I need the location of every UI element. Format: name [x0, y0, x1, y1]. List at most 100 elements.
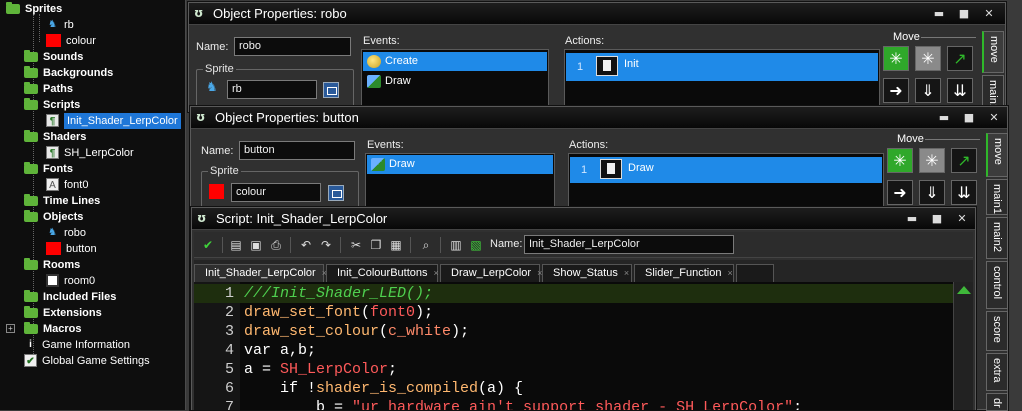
close-icon[interactable]: ✕ — [954, 212, 970, 226]
button-sprite-field[interactable]: colour — [231, 183, 321, 202]
speed-vertical-icon[interactable]: ⇓ — [919, 180, 945, 205]
move-fixed-icon[interactable]: ✳ — [883, 46, 909, 71]
check-script-icon[interactable]: ▧ — [468, 237, 484, 253]
item-sprite-colour[interactable]: colour — [46, 33, 96, 49]
folder-paths[interactable]: Paths — [24, 81, 73, 97]
tab-draw-lerpcolor[interactable]: Draw_LerpColor × — [440, 264, 542, 282]
scroll-up-icon[interactable] — [957, 286, 971, 294]
tab-close-icon[interactable]: × — [727, 268, 732, 278]
tab-show-status[interactable]: Show_Status × — [542, 264, 632, 282]
robo-tab-move[interactable]: move — [982, 31, 1004, 73]
folder-fonts[interactable]: Fonts — [24, 161, 73, 177]
tab-slider-function[interactable]: Slider_Function × — [634, 264, 734, 282]
maximize-icon[interactable]: ■ — [929, 212, 945, 226]
code-line[interactable]: 6 if !shader_is_compiled(a) { — [194, 379, 953, 398]
button-tab-control[interactable]: control — [986, 261, 1008, 309]
robo-name-field[interactable]: robo — [234, 37, 351, 56]
robo-sprite-field[interactable]: rb — [227, 80, 317, 99]
script-window-titlebar[interactable]: ʊ Script: Init_Shader_LerpColor ▬ ■ ✕ — [192, 208, 975, 230]
button-tab-main1[interactable]: main1 — [986, 179, 1008, 215]
paste-icon[interactable]: ▦ — [388, 237, 404, 253]
ok-check-icon[interactable]: ✔ — [200, 237, 216, 253]
code-line[interactable]: 5 a = SH_LerpColor; — [194, 360, 953, 379]
minimize-icon[interactable]: ▬ — [904, 212, 920, 226]
expand-macros-icon[interactable]: + — [6, 324, 15, 333]
robo-sprite-browse-icon[interactable] — [323, 82, 339, 98]
move-free-icon[interactable]: ✳ — [915, 46, 941, 71]
code-line[interactable]: 2 draw_set_font(font0); — [194, 303, 953, 322]
set-gravity-icon[interactable]: ⇊ — [947, 78, 973, 103]
close-icon[interactable]: ✕ — [986, 111, 1002, 125]
tab-extra[interactable] — [736, 264, 774, 282]
button-action-draw[interactable]: 1 Draw — [570, 157, 882, 183]
folder-rooms[interactable]: Rooms — [24, 257, 80, 273]
button-tab-move[interactable]: move — [986, 133, 1008, 177]
robo-actions-list[interactable]: 1 Init — [564, 49, 880, 113]
item-sprite-rb[interactable]: ♞ rb — [46, 17, 74, 33]
robo-events-list[interactable]: Create Draw — [361, 49, 549, 113]
tab-init-shader-lerpcolor[interactable]: Init_Shader_LerpColor × — [194, 264, 327, 282]
button-window-titlebar[interactable]: ʊ Object Properties: button ▬ ■ ✕ — [191, 107, 1007, 129]
item-object-robo[interactable]: ♞ robo — [46, 225, 86, 241]
folder-included-files[interactable]: Included Files — [24, 289, 116, 305]
item-font0[interactable]: Afont0 — [46, 177, 88, 193]
robo-event-create[interactable]: Create — [363, 52, 547, 71]
code-line[interactable]: 4 var a,b; — [194, 341, 953, 360]
copy-icon[interactable]: ❐ — [368, 237, 384, 253]
minimize-icon[interactable]: ▬ — [936, 111, 952, 125]
code-editor[interactable]: 1///Init_Shader_LED(); 2 draw_set_font(fon… — [194, 282, 973, 410]
find-icon[interactable]: ⌕ — [418, 237, 434, 253]
move-towards-icon[interactable]: ↗ — [947, 46, 973, 71]
undo-icon[interactable]: ↶ — [298, 237, 314, 253]
folder-shaders[interactable]: Shaders — [24, 129, 86, 145]
button-tab-main2[interactable]: main2 — [986, 217, 1008, 259]
item-global-game-settings[interactable]: ✔ Global Game Settings — [24, 353, 150, 369]
item-room0[interactable]: room0 — [46, 273, 95, 289]
tab-close-icon[interactable]: × — [434, 268, 439, 278]
redo-icon[interactable]: ↷ — [318, 237, 334, 253]
cut-icon[interactable]: ✂ — [348, 237, 364, 253]
button-tab-extra[interactable]: extra — [986, 353, 1008, 391]
set-gravity-icon[interactable]: ⇊ — [951, 180, 977, 205]
speed-horizontal-icon[interactable]: ➜ — [883, 78, 909, 103]
button-name-field[interactable]: button — [239, 141, 355, 160]
code-line[interactable]: 1 ///Init_Shader_LED(); — [194, 284, 953, 303]
resource-tree[interactable]: Sprites ♞ rb colour Sounds Backgrounds Paths Sc… — [0, 0, 186, 410]
button-tab-score[interactable]: score — [986, 311, 1008, 351]
object-properties-robo-window[interactable]: ʊ Object Properties: robo ▬ ■ ✕ Name: ro… — [188, 2, 1006, 113]
save-icon[interactable]: ▣ — [248, 237, 264, 253]
folder-timelines[interactable]: Time Lines — [24, 193, 100, 209]
script-name-field[interactable]: Init_Shader_LerpColor — [524, 235, 734, 254]
code-line[interactable]: 3 draw_set_colour(c_white); — [194, 322, 953, 341]
item-object-button[interactable]: button — [46, 241, 97, 257]
folder-extensions[interactable]: Extensions — [24, 305, 102, 321]
move-towards-icon[interactable]: ↗ — [951, 148, 977, 173]
folder-backgrounds[interactable]: Backgrounds — [24, 65, 113, 81]
move-free-icon[interactable]: ✳ — [919, 148, 945, 173]
script-editor-window[interactable]: ʊ Script: Init_Shader_LerpColor ▬ ■ ✕ ✔ … — [191, 207, 976, 410]
code-line[interactable]: 7 b = "ur hardware ain't support shader … — [194, 398, 953, 410]
maximize-icon[interactable]: ■ — [961, 111, 977, 125]
open-folder-icon[interactable]: ▤ — [228, 237, 244, 253]
button-actions-list[interactable]: 1 Draw — [568, 153, 884, 213]
robo-window-titlebar[interactable]: ʊ Object Properties: robo ▬ ■ ✕ — [189, 3, 1005, 25]
close-icon[interactable]: ✕ — [981, 7, 997, 21]
code-scrollbar[interactable] — [953, 282, 973, 410]
item-shader-lerpcolor[interactable]: ¶ SH_LerpColor — [46, 145, 134, 161]
button-events-list[interactable]: Draw — [365, 153, 555, 213]
move-fixed-icon[interactable]: ✳ — [887, 148, 913, 173]
folder-macros[interactable]: Macros — [24, 321, 82, 337]
folder-sounds[interactable]: Sounds — [24, 49, 83, 65]
button-event-draw[interactable]: Draw — [367, 155, 553, 174]
tab-close-icon[interactable]: × — [624, 268, 629, 278]
goto-line-icon[interactable]: ▥ — [448, 237, 464, 253]
folder-scripts[interactable]: Scripts — [24, 97, 80, 113]
robo-event-draw[interactable]: Draw — [363, 72, 547, 91]
button-tab-draw[interactable]: dr — [986, 393, 1008, 411]
robo-action-init[interactable]: 1 Init — [566, 53, 878, 81]
folder-objects[interactable]: Objects — [24, 209, 83, 225]
speed-horizontal-icon[interactable]: ➜ — [887, 180, 913, 205]
item-script-init-shader[interactable]: ¶ Init_Shader_LerpColor — [46, 113, 181, 129]
speed-vertical-icon[interactable]: ⇓ — [915, 78, 941, 103]
button-sprite-browse-icon[interactable] — [328, 185, 344, 201]
